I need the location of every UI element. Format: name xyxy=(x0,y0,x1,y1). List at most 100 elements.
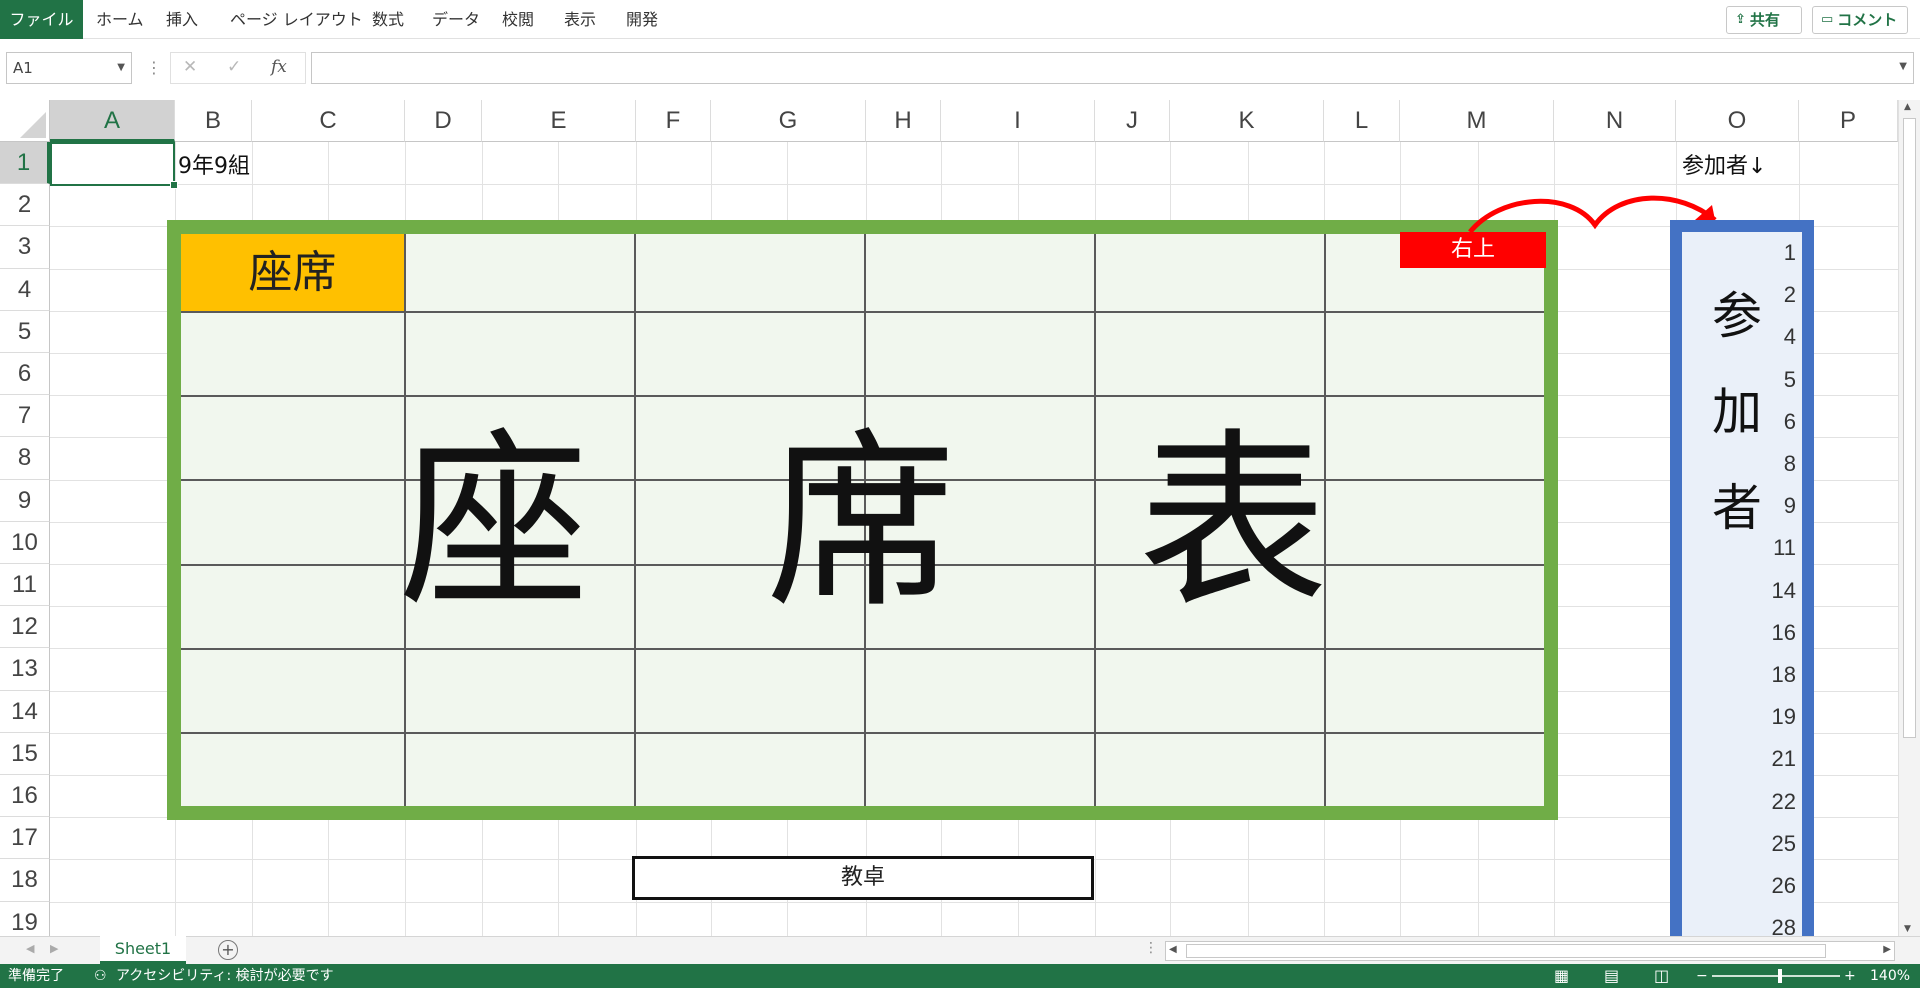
tab-developer[interactable]: 開発 xyxy=(620,0,664,39)
sheet-tab-sheet1[interactable]: Sheet1 xyxy=(100,936,186,964)
tab-data[interactable]: データ xyxy=(426,0,486,39)
row-header-16[interactable]: 16 xyxy=(0,775,50,818)
gridline xyxy=(50,184,1898,186)
row-header-5[interactable]: 5 xyxy=(0,310,50,353)
row-header-2[interactable]: 2 xyxy=(0,184,50,227)
column-header-o[interactable]: O xyxy=(1676,100,1799,142)
row-header-10[interactable]: 10 xyxy=(0,521,50,564)
horizontal-scroll-thumb[interactable] xyxy=(1186,944,1826,958)
share-button[interactable]: ⇪ 共有 xyxy=(1726,6,1802,34)
row-header-15[interactable]: 15 xyxy=(0,732,50,775)
teacher-desk[interactable]: 教卓 xyxy=(632,856,1094,900)
selected-cell-a1[interactable] xyxy=(50,142,178,189)
participants-char-1: 参 xyxy=(1712,287,1762,345)
name-box[interactable]: A1 ▼ xyxy=(6,52,132,84)
column-header-m[interactable]: M xyxy=(1400,100,1554,142)
row-header-13[interactable]: 13 xyxy=(0,648,50,691)
tab-file[interactable]: ファイル xyxy=(0,0,83,39)
tab-insert[interactable]: 挿入 xyxy=(160,0,204,39)
participant-number: 11 xyxy=(1773,535,1796,561)
row-header-18[interactable]: 18 xyxy=(0,859,50,902)
column-header-g[interactable]: G xyxy=(711,100,866,142)
seat-divider xyxy=(634,234,636,806)
column-header-p[interactable]: P xyxy=(1799,100,1898,142)
row-header-14[interactable]: 14 xyxy=(0,690,50,733)
cancel-icon[interactable]: ✕ xyxy=(183,57,197,77)
zoom-slider-thumb[interactable] xyxy=(1778,969,1782,983)
column-header-k[interactable]: K xyxy=(1170,100,1324,142)
sheet-tab-bar: ◀ ▶ Sheet1 + ⋮ ◀ ▶ xyxy=(0,936,1920,964)
zoom-out-button[interactable]: − xyxy=(1696,964,1708,988)
column-header-f[interactable]: F xyxy=(636,100,711,142)
zoom-slider[interactable] xyxy=(1712,969,1840,983)
page-layout-view-icon[interactable]: ▤ xyxy=(1604,964,1619,988)
row-header-8[interactable]: 8 xyxy=(0,437,50,480)
row-header-19[interactable]: 19 xyxy=(0,901,50,936)
participant-number: 9 xyxy=(1783,493,1796,519)
participants-list[interactable]: 1 2 4 5 6 8 9 11 14 16 18 19 21 22 25 26 28 参 加 者 xyxy=(1670,220,1814,936)
next-sheet-icon[interactable]: ▶ xyxy=(50,942,58,955)
chevron-down-icon[interactable]: ▼ xyxy=(117,53,125,83)
row-header-6[interactable]: 6 xyxy=(0,353,50,396)
formula-input[interactable]: ▼ xyxy=(311,52,1914,84)
seat-chart[interactable]: 座席 座 席 表 xyxy=(167,220,1558,820)
vertical-scroll-thumb[interactable] xyxy=(1903,118,1916,738)
scroll-up-icon[interactable]: ▲ xyxy=(1904,102,1911,112)
share-icon: ⇪ xyxy=(1735,12,1746,27)
zoom-level[interactable]: 140% xyxy=(1870,964,1910,988)
status-ready: 準備完了 xyxy=(8,968,64,984)
column-header-i[interactable]: I xyxy=(941,100,1095,142)
name-box-value: A1 xyxy=(13,59,33,77)
row-header-17[interactable]: 17 xyxy=(0,817,50,860)
column-header-d[interactable]: D xyxy=(405,100,482,142)
column-header-a[interactable]: A xyxy=(50,100,175,142)
participant-number: 1 xyxy=(1783,240,1796,265)
select-all-corner[interactable] xyxy=(0,100,50,142)
cell-b1[interactable]: 9年9組 xyxy=(178,148,250,180)
tab-home[interactable]: ホーム xyxy=(90,0,150,39)
column-header-b[interactable]: B xyxy=(175,100,252,142)
row-header-12[interactable]: 12 xyxy=(0,606,50,649)
seat-divider xyxy=(181,732,1544,734)
normal-view-icon[interactable]: ▦ xyxy=(1554,964,1569,988)
tab-review[interactable]: 校閲 xyxy=(496,0,540,39)
tab-view[interactable]: 表示 xyxy=(558,0,602,39)
scroll-left-icon[interactable]: ◀ xyxy=(1169,944,1177,955)
tab-formulas[interactable]: 数式 xyxy=(366,0,410,39)
participant-number: 26 xyxy=(1771,873,1796,898)
vertical-scrollbar[interactable]: ▲ ▼ xyxy=(1898,100,1920,936)
zoom-in-button[interactable]: + xyxy=(1844,964,1856,988)
participant-number: 5 xyxy=(1783,366,1796,392)
more-icon[interactable]: ⋮ xyxy=(146,58,162,77)
worksheet-grid[interactable]: ABCDEFGHIJKLMNOP 1 2 3 4 5 6 7 8 9 10 11 12 13 14 15 16… xyxy=(0,100,1920,936)
row-header-7[interactable]: 7 xyxy=(0,395,50,438)
horizontal-scrollbar[interactable]: ◀ ▶ xyxy=(1165,941,1895,961)
scroll-right-icon[interactable]: ▶ xyxy=(1883,944,1891,955)
comment-button[interactable]: ▭ コメント xyxy=(1812,6,1908,34)
prev-sheet-icon[interactable]: ◀ xyxy=(26,942,34,955)
chevron-down-icon[interactable]: ▼ xyxy=(1899,61,1907,72)
row-header-3[interactable]: 3 xyxy=(0,226,50,269)
accessibility-status[interactable]: アクセシビリティ: 検討が必要です xyxy=(116,964,334,988)
column-header-c[interactable]: C xyxy=(252,100,405,142)
row-header-11[interactable]: 11 xyxy=(0,564,50,607)
enter-icon[interactable]: ✓ xyxy=(227,57,241,77)
column-header-h[interactable]: H xyxy=(866,100,941,142)
more-icon[interactable]: ⋮ xyxy=(1144,940,1158,956)
status-bar: 準備完了 ⚇ アクセシビリティ: 検討が必要です ▦ ▤ ◫ − + 140% xyxy=(0,964,1920,988)
column-header-l[interactable]: L xyxy=(1324,100,1400,142)
participant-number: 21 xyxy=(1771,746,1796,772)
column-header-e[interactable]: E xyxy=(482,100,636,142)
cell-o1[interactable]: 参加者↓ xyxy=(1682,148,1766,180)
share-label: 共有 xyxy=(1749,11,1780,29)
insert-function-icon[interactable]: fx xyxy=(271,57,287,77)
column-header-j[interactable]: J xyxy=(1095,100,1170,142)
row-header-1[interactable]: 1 xyxy=(0,142,50,185)
row-header-9[interactable]: 9 xyxy=(0,479,50,522)
column-header-n[interactable]: N xyxy=(1554,100,1676,142)
row-header-4[interactable]: 4 xyxy=(0,268,50,311)
page-break-view-icon[interactable]: ◫ xyxy=(1654,964,1669,988)
add-sheet-button[interactable]: + xyxy=(218,940,238,960)
tab-page-layout[interactable]: ページ レイアウト xyxy=(224,0,369,39)
scroll-down-icon[interactable]: ▼ xyxy=(1904,924,1911,934)
